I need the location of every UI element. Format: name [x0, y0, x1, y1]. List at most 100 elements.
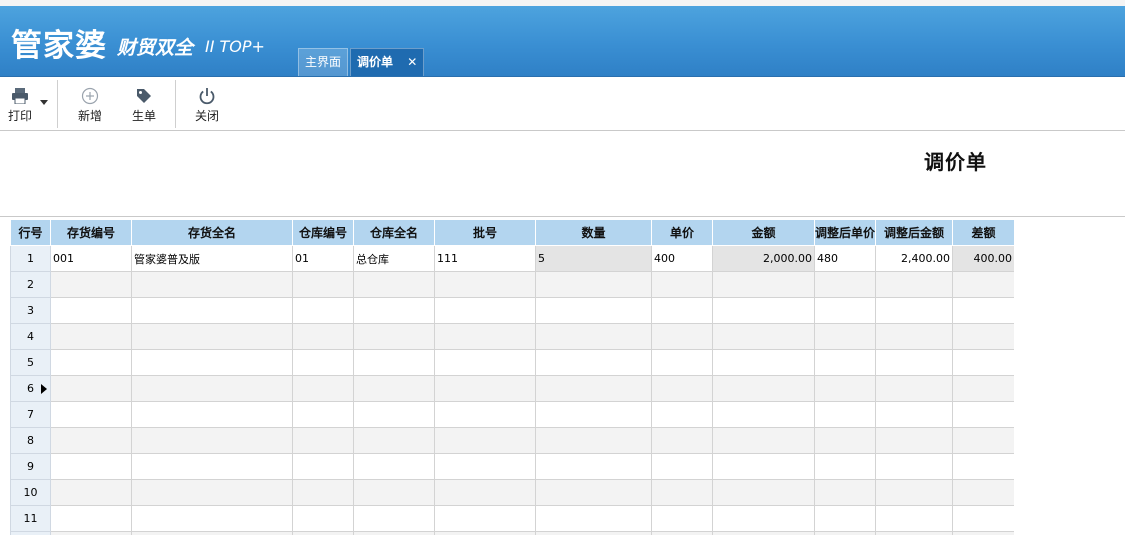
- cell-difference[interactable]: [952, 531, 1014, 535]
- cell-difference[interactable]: [952, 401, 1014, 428]
- column-header-item-code[interactable]: 存货编号: [50, 219, 132, 246]
- add-button[interactable]: 新增: [74, 85, 106, 124]
- cell-quantity[interactable]: [535, 505, 652, 532]
- column-header-amount[interactable]: 金额: [712, 219, 815, 246]
- cell-warehouse-code[interactable]: [292, 271, 354, 298]
- table-row[interactable]: 1 001 管家婆普及版 01 总仓库 111 5 400 2,000.00 480 2,400.0…: [10, 245, 1014, 272]
- cell-adjusted-unit-price[interactable]: [814, 323, 876, 350]
- cell-warehouse-code[interactable]: [292, 375, 354, 402]
- cell-amount[interactable]: [712, 349, 815, 376]
- chevron-down-icon[interactable]: [40, 100, 48, 105]
- cell-amount[interactable]: [712, 453, 815, 480]
- cell-adjusted-amount[interactable]: 2,400.00: [875, 245, 953, 272]
- cell-batch-number[interactable]: 111: [434, 245, 536, 272]
- cell-amount[interactable]: [712, 271, 815, 298]
- column-header-batch-number[interactable]: 批号: [434, 219, 536, 246]
- table-row[interactable]: 6: [10, 375, 1014, 402]
- cell-item-code[interactable]: [50, 375, 132, 402]
- cell-item-name[interactable]: [131, 531, 293, 535]
- cell-warehouse-name[interactable]: [353, 375, 435, 402]
- cell-warehouse-code[interactable]: [292, 531, 354, 535]
- cell-warehouse-code[interactable]: [292, 323, 354, 350]
- cell-warehouse-code[interactable]: [292, 401, 354, 428]
- cell-warehouse-name[interactable]: [353, 505, 435, 532]
- cell-batch-number[interactable]: [434, 323, 536, 350]
- cell-item-name[interactable]: [131, 453, 293, 480]
- cell-warehouse-name[interactable]: [353, 401, 435, 428]
- cell-difference[interactable]: [952, 323, 1014, 350]
- cell-unit-price[interactable]: [651, 427, 713, 454]
- cell-batch-number[interactable]: [434, 453, 536, 480]
- cell-adjusted-unit-price[interactable]: [814, 453, 876, 480]
- table-row[interactable]: 9: [10, 453, 1014, 480]
- cell-quantity[interactable]: [535, 401, 652, 428]
- cell-item-code[interactable]: [50, 297, 132, 324]
- cell-adjusted-unit-price[interactable]: [814, 401, 876, 428]
- table-row[interactable]: 10: [10, 479, 1014, 506]
- cell-difference[interactable]: [952, 453, 1014, 480]
- cell-amount[interactable]: [712, 401, 815, 428]
- cell-amount[interactable]: [712, 375, 815, 402]
- cell-amount[interactable]: [712, 479, 815, 506]
- cell-batch-number[interactable]: [434, 531, 536, 535]
- cell-item-name[interactable]: [131, 375, 293, 402]
- cell-item-code[interactable]: [50, 453, 132, 480]
- cell-item-name[interactable]: [131, 271, 293, 298]
- cell-unit-price[interactable]: [651, 401, 713, 428]
- column-header-warehouse-name[interactable]: 仓库全名: [353, 219, 435, 246]
- print-button[interactable]: 打印: [4, 85, 36, 124]
- tab-price-adjustment[interactable]: 调价单 ✕: [350, 48, 425, 76]
- cell-difference[interactable]: 400.00: [952, 245, 1014, 272]
- cell-adjusted-amount[interactable]: [875, 531, 953, 535]
- cell-unit-price[interactable]: [651, 479, 713, 506]
- cell-item-name[interactable]: [131, 323, 293, 350]
- cell-adjusted-unit-price[interactable]: [814, 375, 876, 402]
- cell-warehouse-name[interactable]: [353, 427, 435, 454]
- cell-adjusted-unit-price[interactable]: 480: [814, 245, 876, 272]
- cell-amount[interactable]: [712, 297, 815, 324]
- cell-batch-number[interactable]: [434, 349, 536, 376]
- cell-item-code[interactable]: [50, 531, 132, 535]
- column-header-item-name[interactable]: 存货全名: [131, 219, 293, 246]
- cell-adjusted-amount[interactable]: [875, 375, 953, 402]
- cell-difference[interactable]: [952, 349, 1014, 376]
- cell-adjusted-amount[interactable]: [875, 505, 953, 532]
- column-header-quantity[interactable]: 数量: [535, 219, 652, 246]
- cell-item-name[interactable]: [131, 349, 293, 376]
- cell-item-code[interactable]: [50, 479, 132, 506]
- cell-warehouse-name[interactable]: [353, 531, 435, 535]
- cell-warehouse-name[interactable]: [353, 323, 435, 350]
- cell-batch-number[interactable]: [434, 401, 536, 428]
- column-header-warehouse-code[interactable]: 仓库编号: [292, 219, 354, 246]
- cell-unit-price[interactable]: 400: [651, 245, 713, 272]
- cell-unit-price[interactable]: [651, 375, 713, 402]
- cell-batch-number[interactable]: [434, 375, 536, 402]
- cell-item-code[interactable]: [50, 271, 132, 298]
- cell-quantity[interactable]: [535, 323, 652, 350]
- cell-item-name[interactable]: 管家婆普及版: [131, 245, 293, 272]
- cell-adjusted-amount[interactable]: [875, 323, 953, 350]
- cell-batch-number[interactable]: [434, 271, 536, 298]
- table-row[interactable]: 8: [10, 427, 1014, 454]
- cell-batch-number[interactable]: [434, 479, 536, 506]
- cell-quantity[interactable]: [535, 453, 652, 480]
- cell-item-code[interactable]: [50, 427, 132, 454]
- cell-adjusted-unit-price[interactable]: [814, 271, 876, 298]
- cell-warehouse-name[interactable]: [353, 271, 435, 298]
- cell-quantity[interactable]: [535, 297, 652, 324]
- cell-adjusted-unit-price[interactable]: [814, 297, 876, 324]
- column-header-row-number[interactable]: 行号: [10, 219, 51, 246]
- cell-adjusted-unit-price[interactable]: [814, 505, 876, 532]
- generate-order-button[interactable]: 生单: [128, 85, 160, 124]
- cell-adjusted-unit-price[interactable]: [814, 349, 876, 376]
- cell-difference[interactable]: [952, 505, 1014, 532]
- cell-adjusted-amount[interactable]: [875, 453, 953, 480]
- cell-warehouse-code[interactable]: [292, 453, 354, 480]
- cell-item-name[interactable]: [131, 297, 293, 324]
- column-header-adjusted-unit-price[interactable]: 调整后单价: [814, 219, 876, 246]
- cell-unit-price[interactable]: [651, 271, 713, 298]
- cell-unit-price[interactable]: [651, 505, 713, 532]
- cell-difference[interactable]: [952, 427, 1014, 454]
- table-row[interactable]: 7: [10, 401, 1014, 428]
- cell-amount[interactable]: 2,000.00: [712, 245, 815, 272]
